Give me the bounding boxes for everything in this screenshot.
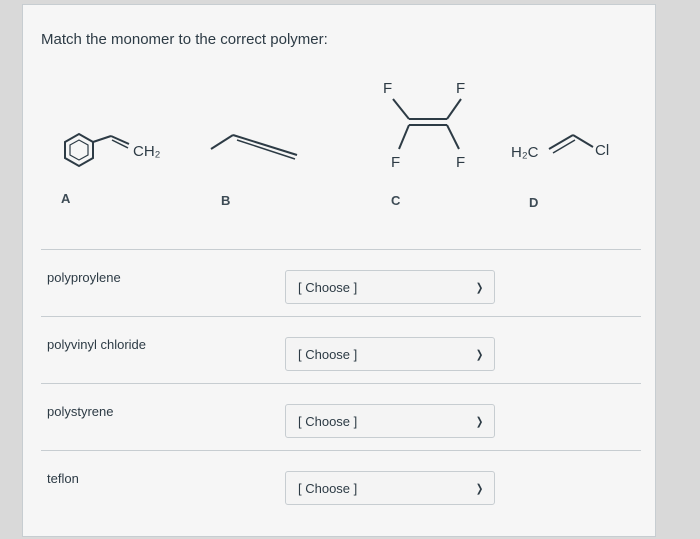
question-card: Match the monomer to the correct polymer… (22, 4, 656, 537)
polymer-label: polyvinyl chloride (47, 337, 146, 352)
match-row: polyproylene [ Choose ] ❯ (41, 249, 641, 316)
structure-a-label: A (61, 191, 71, 206)
structure-d-cl: Cl (595, 142, 609, 159)
select-value: [ Choose ] (298, 279, 358, 295)
structure-c-label: C (391, 193, 401, 208)
structure-c-f2: F (456, 80, 465, 97)
select-value: [ Choose ] (298, 480, 358, 496)
polymer-label: polyproylene (47, 270, 121, 285)
structure-d: H₂C Cl (511, 134, 609, 161)
chevron-down-icon: ❯ (475, 482, 484, 495)
monomer-select[interactable]: [ Choose ] ❯ (285, 337, 495, 371)
structure-c-f4: F (456, 154, 465, 171)
chevron-down-icon: ❯ (475, 281, 484, 294)
match-row: polyvinyl chloride [ Choose ] ❯ (41, 316, 641, 383)
polymer-label: polystyrene (47, 404, 114, 419)
monomer-select[interactable]: [ Choose ] ❯ (285, 471, 495, 505)
structure-c-f3: F (391, 154, 400, 171)
structure-a: CH₂ (64, 132, 161, 168)
match-row: polystyrene [ Choose ] ❯ (41, 383, 641, 450)
match-rows: polyproylene [ Choose ] ❯ polyvinyl chlo… (41, 249, 641, 517)
chevron-down-icon: ❯ (475, 348, 484, 361)
structure-d-label: D (529, 195, 539, 210)
structure-b (210, 134, 298, 160)
structure-b-label: B (221, 193, 231, 208)
structure-c-f1: F (383, 80, 392, 97)
monomer-structures: CH₂ A B F F F F C H₂C Cl D (23, 75, 657, 210)
monomer-select[interactable]: [ Choose ] ❯ (285, 404, 495, 438)
match-row: teflon [ Choose ] ❯ (41, 450, 641, 517)
chevron-down-icon: ❯ (475, 415, 484, 428)
structure-a-ch2: CH₂ (133, 143, 161, 160)
select-value: [ Choose ] (298, 346, 358, 362)
structure-c: F F F F (383, 80, 465, 171)
monomer-select[interactable]: [ Choose ] ❯ (285, 270, 495, 304)
question-prompt: Match the monomer to the correct polymer… (41, 31, 328, 48)
polymer-label: teflon (47, 471, 79, 486)
structure-d-h2c: H₂C (511, 144, 539, 161)
select-value: [ Choose ] (298, 413, 358, 429)
